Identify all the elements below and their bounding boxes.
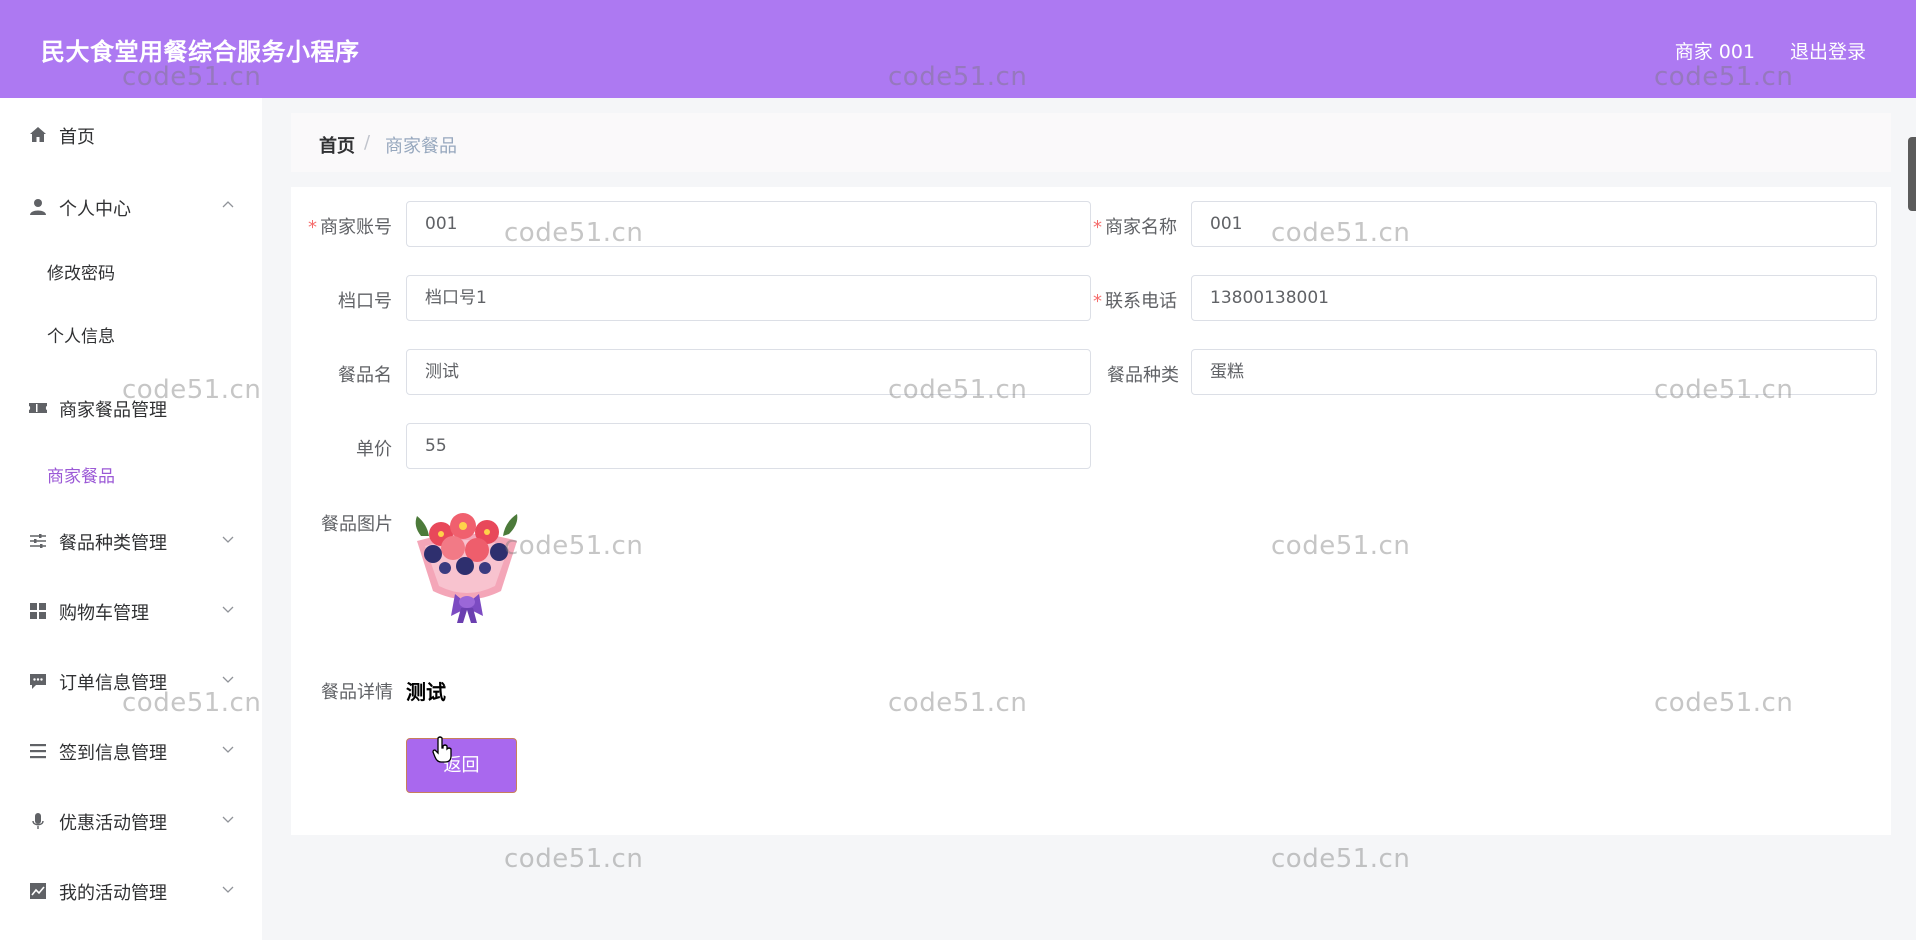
sidebar-item-promo-mgmt[interactable]: 优惠活动管理 bbox=[0, 799, 262, 843]
sidebar-item-label: 我的活动管理 bbox=[59, 883, 167, 904]
chevron-down-icon bbox=[222, 676, 234, 683]
chevron-down-icon bbox=[222, 746, 234, 753]
breadcrumb-current: 商家餐品 bbox=[385, 136, 457, 157]
sidebar-item-change-password[interactable]: 修改密码 bbox=[0, 248, 262, 292]
price-label: 单价 bbox=[356, 439, 392, 460]
watermark: code51.cn bbox=[1271, 844, 1411, 874]
sidebar-item-home[interactable]: 首页 bbox=[0, 113, 262, 157]
current-user-name: 商家 001 bbox=[1674, 41, 1755, 63]
breadcrumb: 首页 / 商家餐品 bbox=[291, 113, 1891, 172]
price-field[interactable]: 55 bbox=[406, 423, 1091, 469]
food-image-label: 餐品图片 bbox=[321, 514, 393, 535]
breadcrumb-separator: / bbox=[364, 132, 371, 153]
microphone-icon bbox=[32, 813, 44, 829]
sidebar: 首页 个人中心 修改密码 个人信息 商家餐品管理 商家餐品 餐品种类管理 购物车… bbox=[0, 98, 262, 940]
merchant-name-field[interactable]: 001 bbox=[1191, 201, 1877, 247]
chevron-down-icon bbox=[222, 886, 234, 893]
side-drawer-handle[interactable] bbox=[1908, 137, 1916, 211]
chevron-down-icon bbox=[222, 816, 234, 823]
breadcrumb-home[interactable]: 首页 bbox=[319, 132, 355, 158]
sidebar-item-merchant-food[interactable]: 商家餐品 bbox=[0, 451, 262, 495]
merchant-name-label: * 商家名称 bbox=[1093, 213, 1177, 239]
food-name-label: 餐品名 bbox=[338, 365, 392, 386]
watermark: code51.cn bbox=[504, 844, 644, 874]
food-image[interactable] bbox=[411, 496, 523, 623]
ticket-icon bbox=[29, 403, 47, 413]
food-name-field[interactable]: 测试 bbox=[406, 349, 1091, 395]
sidebar-item-label: 商家餐品管理 bbox=[59, 400, 167, 421]
sidebar-item-label: 商家餐品 bbox=[47, 467, 115, 487]
sliders-icon bbox=[30, 534, 46, 548]
sidebar-item-food-category-mgmt[interactable]: 餐品种类管理 bbox=[0, 519, 262, 563]
list-icon bbox=[30, 744, 46, 759]
merchant-account-label: * 商家账号 bbox=[308, 213, 392, 239]
required-mark: * bbox=[308, 217, 317, 238]
app-root: 民大食堂用餐综合服务小程序 商家 001 退出登录 首页 个人中心 修改密码 个… bbox=[0, 0, 1916, 940]
sidebar-item-personal-info[interactable]: 个人信息 bbox=[0, 311, 262, 355]
label-text: 商家名称 bbox=[1105, 217, 1177, 238]
sidebar-item-label: 餐品种类管理 bbox=[59, 533, 167, 554]
sidebar-item-label: 修改密码 bbox=[47, 264, 115, 284]
sidebar-item-label: 购物车管理 bbox=[59, 603, 149, 624]
sidebar-item-cart-mgmt[interactable]: 购物车管理 bbox=[0, 589, 262, 633]
user-icon bbox=[30, 199, 46, 215]
logout-link[interactable]: 退出登录 bbox=[1790, 37, 1866, 64]
sidebar-item-label: 优惠活动管理 bbox=[59, 813, 167, 834]
back-button[interactable]: 返回 bbox=[406, 738, 517, 793]
food-detail-label: 餐品详情 bbox=[321, 682, 393, 703]
sidebar-item-merchant-food-mgmt[interactable]: 商家餐品管理 bbox=[0, 386, 262, 430]
required-mark: * bbox=[1093, 217, 1102, 238]
chart-icon bbox=[30, 883, 46, 899]
food-category-label: 餐品种类 bbox=[1107, 365, 1179, 386]
sidebar-item-signin-mgmt[interactable]: 签到信息管理 bbox=[0, 729, 262, 773]
chevron-down-icon bbox=[222, 606, 234, 613]
food-category-field[interactable]: 蛋糕 bbox=[1191, 349, 1877, 395]
phone-field[interactable]: 13800138001 bbox=[1191, 275, 1877, 321]
sidebar-item-label: 个人信息 bbox=[47, 327, 115, 347]
home-icon bbox=[30, 127, 46, 142]
sidebar-item-label: 订单信息管理 bbox=[59, 673, 167, 694]
top-header: 民大食堂用餐综合服务小程序 商家 001 退出登录 bbox=[0, 0, 1916, 98]
sidebar-item-order-mgmt[interactable]: 订单信息管理 bbox=[0, 659, 262, 703]
phone-label: * 联系电话 bbox=[1093, 287, 1177, 313]
stall-no-label: 档口号 bbox=[338, 291, 392, 312]
grid-icon bbox=[30, 603, 46, 619]
label-text: 联系电话 bbox=[1105, 291, 1177, 312]
label-text: 商家账号 bbox=[320, 217, 392, 238]
food-detail-value: 测试 bbox=[406, 680, 446, 704]
chevron-up-icon bbox=[222, 201, 234, 208]
sidebar-item-my-activity-mgmt[interactable]: 我的活动管理 bbox=[0, 869, 262, 913]
message-icon bbox=[30, 674, 46, 689]
merchant-account-field[interactable]: 001 bbox=[406, 201, 1091, 247]
sidebar-item-label: 首页 bbox=[59, 127, 95, 148]
sidebar-item-label: 签到信息管理 bbox=[59, 743, 167, 764]
app-title: 民大食堂用餐综合服务小程序 bbox=[41, 38, 360, 66]
chevron-down-icon bbox=[222, 536, 234, 543]
stall-no-field[interactable]: 档口号1 bbox=[406, 275, 1091, 321]
sidebar-item-personal-center[interactable]: 个人中心 bbox=[0, 185, 262, 229]
required-mark: * bbox=[1093, 291, 1102, 312]
sidebar-item-label: 个人中心 bbox=[59, 199, 131, 220]
